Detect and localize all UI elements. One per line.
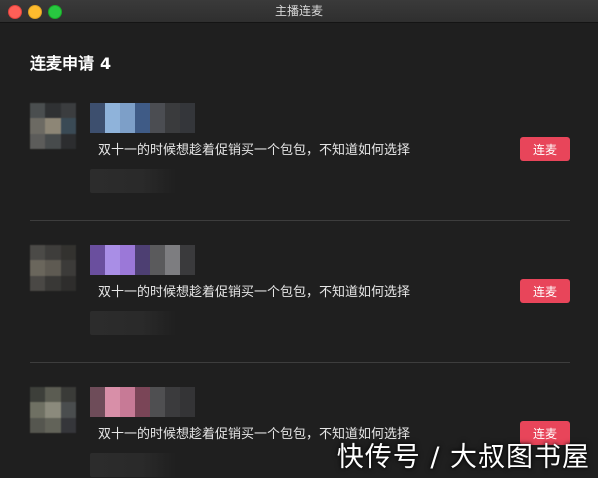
connect-mic-button[interactable]: 连麦	[520, 137, 570, 161]
nickname-pixel	[150, 387, 165, 417]
watermark-text: 快传号 / 大叔图书屋	[336, 442, 590, 473]
nickname-pixelated	[90, 103, 195, 133]
avatar-pixel	[30, 118, 46, 134]
avatar-pixel	[60, 245, 76, 261]
nickname-pixel	[150, 103, 165, 133]
avatar-pixel	[60, 402, 76, 418]
nickname-pixel	[135, 245, 150, 275]
avatar-pixel	[45, 275, 61, 291]
divider	[30, 220, 570, 221]
nickname-pixel	[105, 245, 120, 275]
avatar-pixel	[30, 275, 46, 291]
avatar-pixel	[45, 402, 61, 418]
avatar-pixel	[60, 103, 76, 119]
window-title: 主播连麦	[274, 4, 323, 18]
avatar-pixel	[30, 417, 46, 433]
nickname-pixel	[165, 103, 180, 133]
avatar-pixel	[60, 275, 76, 291]
nickname-pixel	[105, 387, 120, 417]
avatar-pixel	[60, 417, 76, 433]
avatar-pixel	[30, 245, 46, 261]
avatar-pixel	[60, 133, 76, 149]
nickname-pixel	[90, 245, 105, 275]
avatar	[30, 387, 76, 433]
request-count: 4	[100, 54, 112, 73]
avatar	[30, 103, 76, 149]
page-heading: 连麦申请 4	[30, 50, 117, 74]
nickname-pixel	[135, 387, 150, 417]
avatar-pixel	[60, 260, 76, 276]
avatar-pixel	[45, 118, 61, 134]
avatar-pixel	[30, 402, 46, 418]
avatar-pixel	[60, 387, 76, 403]
nickname-pixel	[180, 245, 195, 275]
avatar-pixel	[30, 260, 46, 276]
app-window: 主播连麦 连麦申请 4 双十一的时候想趁着促销买一个包包，不知道如何选择 连麦 双…	[0, 0, 598, 478]
blurred-meta	[90, 169, 176, 193]
nickname-pixel	[90, 387, 105, 417]
avatar-pixel	[60, 118, 76, 134]
nickname-pixel	[105, 103, 120, 133]
avatar-pixel	[45, 133, 61, 149]
nickname-pixel	[120, 245, 135, 275]
blurred-meta	[90, 453, 176, 477]
nickname-pixel	[120, 103, 135, 133]
request-message: 双十一的时候想趁着促销买一个包包，不知道如何选择	[98, 143, 411, 158]
nickname-pixel	[120, 387, 135, 417]
avatar-pixel	[45, 103, 61, 119]
avatar	[30, 245, 76, 291]
avatar-pixel	[45, 260, 61, 276]
divider	[30, 362, 570, 363]
connect-mic-button[interactable]: 连麦	[520, 279, 570, 303]
avatar-pixel	[30, 387, 46, 403]
avatar-pixel	[30, 103, 46, 119]
heading-label: 连麦申请	[30, 54, 95, 73]
nickname-pixel	[165, 245, 180, 275]
nickname-pixel	[180, 103, 195, 133]
blurred-meta	[90, 311, 176, 335]
nickname-pixel	[180, 387, 195, 417]
request-message: 双十一的时候想趁着促销买一个包包，不知道如何选择	[98, 285, 411, 300]
avatar-pixel	[30, 133, 46, 149]
nickname-pixel	[90, 103, 105, 133]
nickname-pixel	[135, 103, 150, 133]
avatar-pixel	[45, 387, 61, 403]
title-bar: 主播连麦	[0, 0, 598, 23]
avatar-pixel	[45, 245, 61, 261]
nickname-pixelated	[90, 245, 195, 275]
nickname-pixel	[165, 387, 180, 417]
avatar-pixel	[45, 417, 61, 433]
nickname-pixel	[150, 245, 165, 275]
nickname-pixelated	[90, 387, 195, 417]
